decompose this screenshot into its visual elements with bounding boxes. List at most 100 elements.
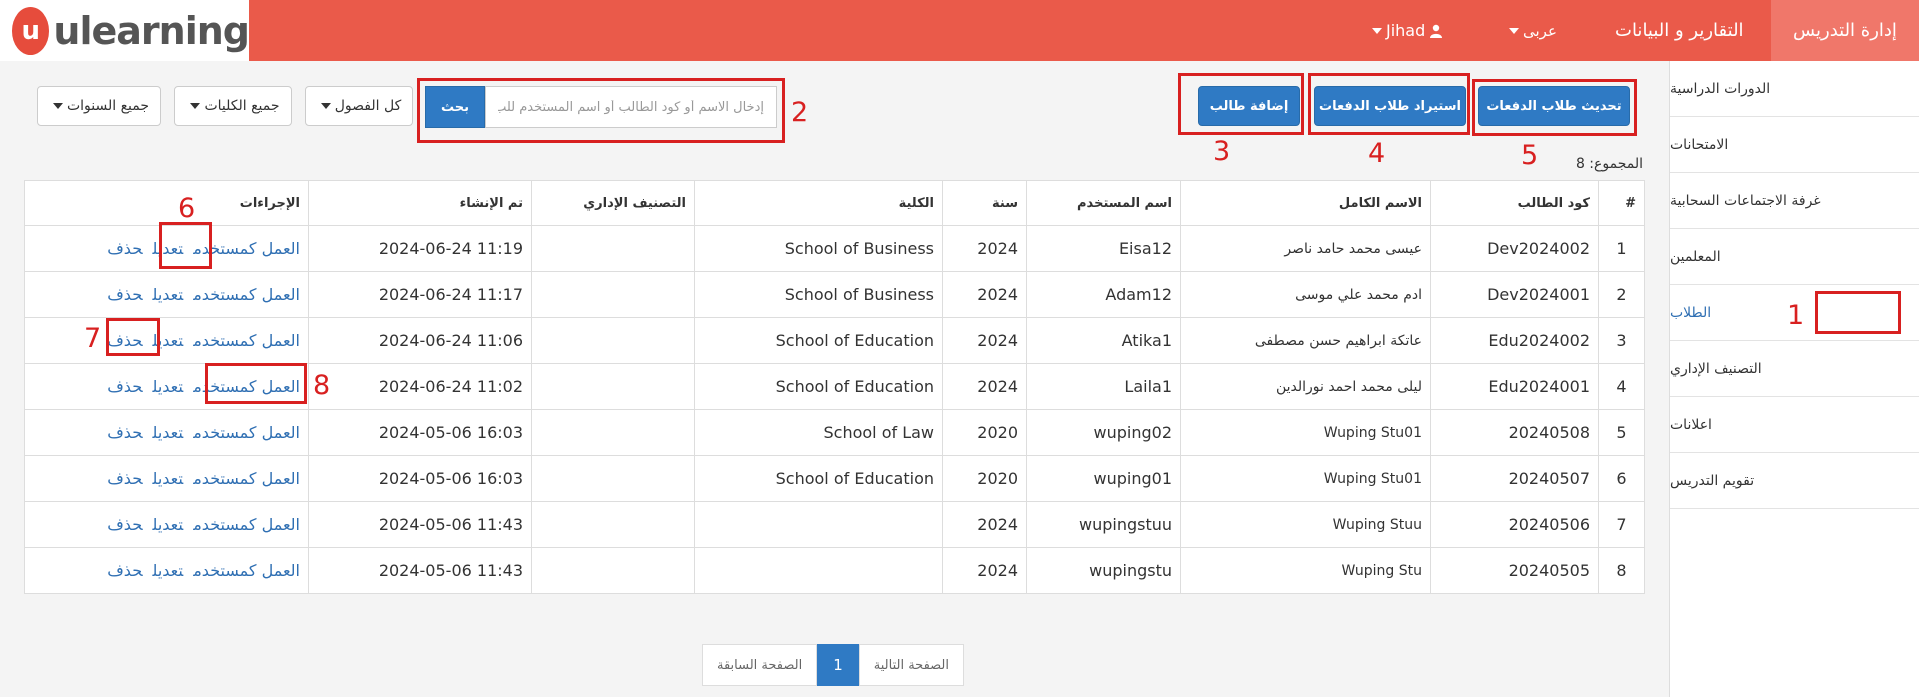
year-filter-dropdown[interactable]: جميع السنوات: [37, 86, 161, 126]
cell-admin-class: [531, 363, 695, 410]
sidebar-item-exams[interactable]: الامتحانات: [1670, 117, 1919, 173]
cell-created: 2024-06-24 11:19: [308, 225, 532, 272]
cell-student-code: 20240505: [1430, 547, 1599, 594]
edit-link[interactable]: تعديل: [153, 377, 184, 396]
header-student-code: كود الطالب: [1430, 180, 1599, 226]
sidebar-item-label: تقويم التدريس: [1670, 472, 1755, 489]
chevron-down-icon: [1509, 27, 1519, 34]
annotation-box-5: [1472, 79, 1637, 136]
pagination: الصفحة السابقة 1 الصفحة التالية: [702, 644, 964, 686]
chevron-down-icon: [190, 103, 201, 109]
edit-link[interactable]: تعديل: [153, 561, 184, 580]
cell-college: School of Education: [694, 363, 943, 410]
language-menu[interactable]: عربى: [1505, 0, 1557, 61]
delete-link[interactable]: حذف: [107, 239, 142, 258]
cell-created: 2024-05-06 11:43: [308, 501, 532, 548]
act-as-user-link[interactable]: العمل كمستخدم: [193, 331, 300, 350]
cell-college: School of Business: [694, 271, 943, 318]
edit-link[interactable]: تعديل: [153, 285, 184, 304]
edit-link[interactable]: تعديل: [153, 515, 184, 534]
sidebar-item-label: غرفة الاجتماعات السحابية: [1670, 192, 1821, 209]
table-row: العمل كمستخدم تعديل حذف 2024-05-06 16:03 Sch…: [24, 455, 1645, 502]
cell-full-name: Wuping Stu01: [1180, 409, 1431, 456]
cell-full-name: Wuping Stu: [1180, 547, 1431, 594]
cell-student-code: Dev2024001: [1430, 271, 1599, 318]
sidebar-item-announcements[interactable]: اعلانات: [1670, 397, 1919, 453]
nav-reports-label: التقارير و البيانات: [1615, 20, 1744, 41]
nav-reports[interactable]: التقارير و البيانات: [1615, 0, 1744, 61]
annotation-box-6: [159, 222, 212, 269]
logo-text: ulearning: [53, 8, 250, 53]
cell-year: 2020: [942, 409, 1027, 456]
cell-index: 5: [1598, 409, 1645, 456]
cell-college: School of Business: [694, 225, 943, 272]
language-label: عربى: [1523, 21, 1557, 40]
sidebar: الدورات الدراسية الامتحانات غرفة الاجتما…: [1669, 61, 1919, 697]
cell-student-code: 20240507: [1430, 455, 1599, 502]
cell-year: 2024: [942, 317, 1027, 364]
delete-link[interactable]: حذف: [107, 423, 142, 442]
cell-admin-class: [531, 455, 695, 502]
cell-admin-class: [531, 317, 695, 364]
edit-link[interactable]: تعديل: [153, 423, 184, 442]
nav-teaching-admin[interactable]: إدارة التدريس: [1771, 0, 1919, 61]
edit-link[interactable]: تعديل: [153, 469, 184, 488]
table-row: العمل كمستخدم تعديل حذف 2024-05-06 11:43 202…: [24, 501, 1645, 548]
cell-college: [694, 547, 943, 594]
sidebar-item-teachers[interactable]: المعلمين: [1670, 229, 1919, 285]
delete-link[interactable]: حذف: [107, 469, 142, 488]
act-as-user-link[interactable]: العمل كمستخدم: [193, 469, 300, 488]
next-page-button[interactable]: الصفحة التالية: [858, 644, 964, 686]
cell-year: 2020: [942, 455, 1027, 502]
delete-link[interactable]: حذف: [107, 561, 142, 580]
act-as-user-link[interactable]: العمل كمستخدم: [193, 423, 300, 442]
college-filter-dropdown[interactable]: جميع الكليات: [174, 86, 292, 126]
table-header-row: الإجراءات تم الإنشاء التصنيف الإداري الك…: [24, 180, 1645, 226]
act-as-user-link[interactable]: العمل كمستخدم: [193, 515, 300, 534]
cell-actions: العمل كمستخدم تعديل حذف: [24, 501, 309, 548]
delete-link[interactable]: حذف: [107, 285, 142, 304]
sidebar-item-meeting-room[interactable]: غرفة الاجتماعات السحابية: [1670, 173, 1919, 229]
logo[interactable]: u ulearning: [0, 0, 250, 61]
cell-username: Laila1: [1026, 363, 1181, 410]
header-actions: الإجراءات: [24, 180, 309, 226]
page-1-button[interactable]: 1: [817, 644, 859, 686]
cell-created: 2024-05-06 16:03: [308, 409, 532, 456]
table-row: العمل كمستخدمتعديلحذف 2024-06-24 11:06 Sch…: [24, 317, 1645, 364]
user-menu[interactable]: Jihad: [1368, 0, 1443, 61]
logo-icon: u: [12, 6, 50, 55]
cell-admin-class: [531, 225, 695, 272]
nav-teaching-admin-label: إدارة التدريس: [1793, 20, 1897, 41]
cell-index: 6: [1598, 455, 1645, 502]
sidebar-item-courses[interactable]: الدورات الدراسية: [1670, 61, 1919, 117]
cell-student-code: 20240508: [1430, 409, 1599, 456]
sidebar-item-admin-class[interactable]: التصنيف الإداري: [1670, 341, 1919, 397]
cell-full-name: ادم محمد علي موسى: [1180, 271, 1431, 318]
cell-index: 4: [1598, 363, 1645, 410]
header-college: الكلية: [694, 180, 943, 226]
cell-actions: العمل كمستخدم تعديل حذف: [24, 547, 309, 594]
semester-filter-dropdown[interactable]: كل الفصول: [305, 86, 413, 126]
cell-student-code: 20240506: [1430, 501, 1599, 548]
sidebar-item-label: المعلمين: [1670, 248, 1721, 265]
cell-username: Adam12: [1026, 271, 1181, 318]
annotation-box-3: [1178, 73, 1304, 135]
prev-page-button[interactable]: الصفحة السابقة: [702, 644, 818, 686]
header-admin-class: التصنيف الإداري: [531, 180, 695, 226]
cell-actions: العمل كمستخدم تعديل حذف: [24, 271, 309, 318]
cell-index: 8: [1598, 547, 1645, 594]
cell-created: 2024-05-06 11:43: [308, 547, 532, 594]
table-row: العمل كمستخدم تعديل حذف 2024-05-06 16:03 Sch…: [24, 409, 1645, 456]
user-name: Jihad: [1386, 21, 1426, 40]
delete-link[interactable]: حذف: [107, 515, 142, 534]
annotation-box-8: [205, 363, 307, 404]
cell-created: 2024-06-24 11:06: [308, 317, 532, 364]
cell-admin-class: [531, 547, 695, 594]
annotation-number-3: 3: [1213, 136, 1231, 167]
delete-link[interactable]: حذف: [107, 377, 142, 396]
sidebar-item-calendar[interactable]: تقويم التدريس: [1670, 453, 1919, 509]
act-as-user-link[interactable]: العمل كمستخدم: [193, 285, 300, 304]
cell-year: 2024: [942, 501, 1027, 548]
act-as-user-link[interactable]: العمل كمستخدم: [193, 561, 300, 580]
cell-username: wupingstu: [1026, 547, 1181, 594]
